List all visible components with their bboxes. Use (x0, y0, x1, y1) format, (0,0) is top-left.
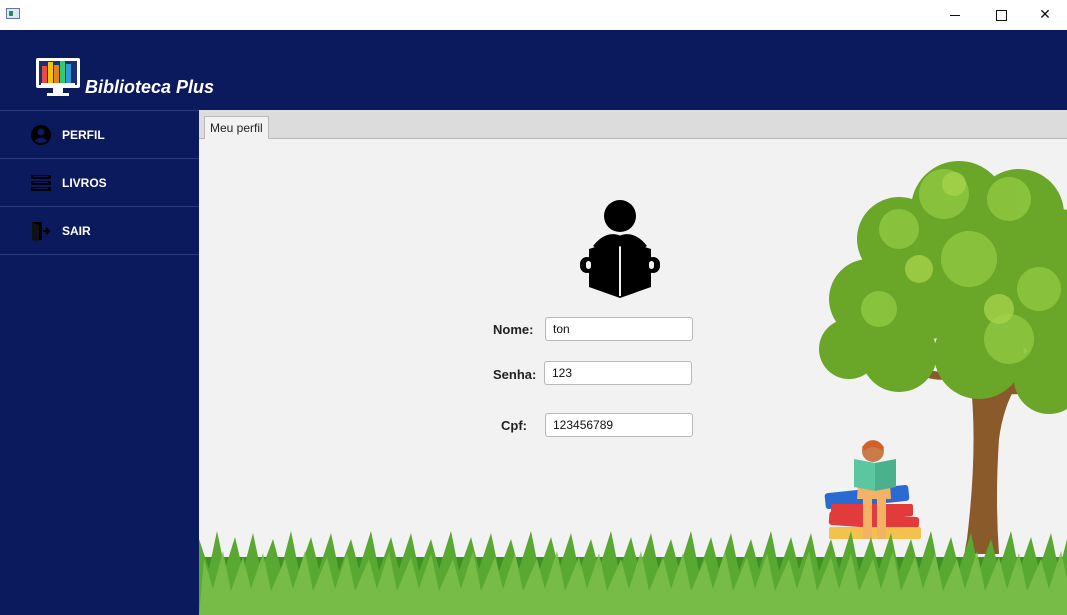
sidebar-item-label: PERFIL (62, 127, 105, 142)
tab-strip: Meu perfil (199, 110, 1067, 139)
library-books-monitor-icon (36, 58, 80, 96)
cpf-field[interactable] (545, 413, 693, 437)
sidebar: PERFIL LIVROS SAIR (0, 110, 199, 615)
sidebar-item-label: SAIR (62, 223, 91, 238)
java-app-icon (6, 8, 20, 19)
senha-label: Senha: (493, 367, 537, 382)
nome-label: Nome: (493, 322, 534, 337)
reader-person-icon (580, 200, 660, 298)
tab-meu-perfil[interactable]: Meu perfil (204, 116, 269, 139)
close-icon[interactable]: ✕ (1022, 0, 1067, 30)
maximize-icon[interactable] (978, 0, 1024, 30)
brand-title: Biblioteca Plus (85, 77, 215, 97)
window-titlebar: ✕ (0, 0, 1067, 30)
sidebar-item-perfil[interactable]: PERFIL (0, 110, 199, 159)
sidebar-item-label: LIVROS (62, 175, 107, 190)
user-circle-icon (30, 124, 52, 146)
cpf-label: Cpf: (501, 418, 527, 433)
books-stack-icon (30, 172, 52, 194)
app-header: Biblioteca Plus (0, 30, 1067, 110)
profile-panel: Nome: Senha: Cpf: (199, 139, 1067, 615)
sidebar-item-sair[interactable]: SAIR (0, 207, 199, 255)
nome-field[interactable] (545, 317, 693, 341)
sidebar-item-livros[interactable]: LIVROS (0, 159, 199, 207)
exit-door-icon (30, 220, 52, 242)
minimize-icon[interactable] (932, 0, 978, 30)
senha-field[interactable] (544, 361, 692, 385)
